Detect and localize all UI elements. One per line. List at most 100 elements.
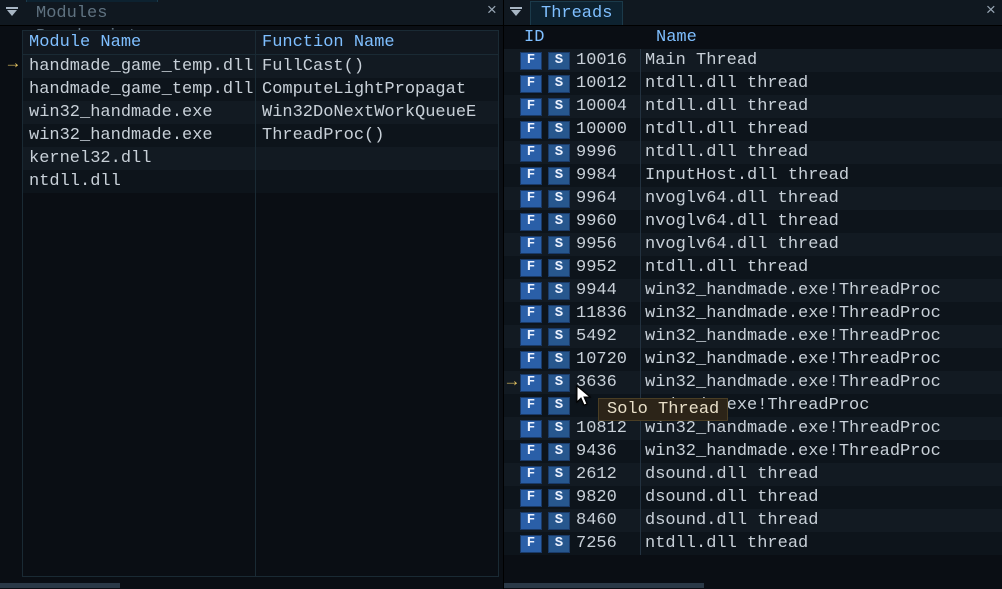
stack-row-function[interactable]: ComputeLightPropagat [256,78,498,101]
freeze-thread-button[interactable]: F [520,466,542,484]
stack-row-module[interactable]: handmade_game_temp.dll [23,78,255,101]
tab-threads[interactable]: Threads [530,1,623,25]
solo-thread-button[interactable]: S [548,75,570,93]
freeze-thread-button[interactable]: F [520,190,542,208]
freeze-thread-button[interactable]: F [520,121,542,139]
solo-thread-button[interactable]: S [548,489,570,507]
stack-row-module[interactable]: win32_handmade.exe [23,124,255,147]
thread-row[interactable]: FS7256ntdll.dll thread [504,532,1002,555]
thread-row[interactable]: FS10004ntdll.dll thread [504,95,1002,118]
thread-row[interactable]: FSandmade.exe!ThreadProc [504,394,1002,417]
stack-row-module[interactable]: win32_handmade.exe [23,101,255,124]
horizontal-scrollbar[interactable] [0,581,503,589]
panel-menu-icon[interactable] [506,7,526,19]
id-column-header[interactable]: ID [520,28,656,47]
solo-thread-button[interactable]: S [548,213,570,231]
freeze-thread-button[interactable]: F [520,489,542,507]
stack-row-function[interactable] [256,147,498,170]
solo-thread-button[interactable]: S [548,397,570,415]
solo-thread-button[interactable]: S [548,535,570,553]
freeze-thread-button[interactable]: F [520,282,542,300]
thread-row[interactable]: FS10016Main Thread [504,49,1002,72]
solo-thread-button[interactable]: S [548,259,570,277]
freeze-thread-button[interactable]: F [520,374,542,392]
solo-thread-button[interactable]: S [548,52,570,70]
solo-thread-button[interactable]: S [548,282,570,300]
thread-row[interactable]: FS2612dsound.dll thread [504,463,1002,486]
close-icon[interactable]: × [487,2,497,21]
horizontal-scrollbar[interactable] [504,581,1002,589]
thread-row[interactable]: FS9984InputHost.dll thread [504,164,1002,187]
stack-row-module[interactable]: ntdll.dll [23,170,255,193]
solo-thread-button[interactable]: S [548,328,570,346]
solo-thread-button[interactable]: S [548,512,570,530]
thread-row[interactable]: FS10000ntdll.dll thread [504,118,1002,141]
close-icon[interactable]: × [986,2,996,21]
thread-row[interactable]: FS9996ntdll.dll thread [504,141,1002,164]
thread-row[interactable]: FS9952ntdll.dll thread [504,256,1002,279]
thread-row[interactable]: FS11836win32_handmade.exe!ThreadProc [504,302,1002,325]
thread-row[interactable]: FS9944win32_handmade.exe!ThreadProc [504,279,1002,302]
stack-row-function[interactable] [256,170,498,193]
thread-row[interactable]: FS10720win32_handmade.exe!ThreadProc [504,348,1002,371]
thread-id: 10000 [576,118,640,141]
thread-row[interactable]: FS8460dsound.dll thread [504,509,1002,532]
freeze-thread-button[interactable]: F [520,236,542,254]
function-column: Function Name FullCast()ComputeLightProp… [256,30,499,577]
solo-thread-button[interactable]: S [548,420,570,438]
freeze-thread-button[interactable]: F [520,144,542,162]
thread-name: dsound.dll thread [645,486,1002,509]
freeze-thread-button[interactable]: F [520,305,542,323]
thread-row[interactable]: FS9820dsound.dll thread [504,486,1002,509]
freeze-thread-button[interactable]: F [520,213,542,231]
solo-thread-button[interactable]: S [548,121,570,139]
call-stack-panel: Call StackModulesBreakpoints × → Module … [0,0,504,589]
solo-thread-button[interactable]: S [548,466,570,484]
freeze-thread-button[interactable]: F [520,98,542,116]
solo-thread-button[interactable]: S [548,144,570,162]
thread-row[interactable]: FS9436win32_handmade.exe!ThreadProc [504,440,1002,463]
freeze-thread-button[interactable]: F [520,351,542,369]
module-column-header[interactable]: Module Name [23,31,255,55]
thread-row[interactable]: FS10812win32_handmade.exe!ThreadProc [504,417,1002,440]
stack-row-module[interactable]: handmade_game_temp.dll [23,55,255,78]
freeze-thread-button[interactable]: F [520,259,542,277]
solo-thread-button[interactable]: S [548,236,570,254]
thread-name: andmade.exe!ThreadProc [645,394,1002,417]
freeze-thread-button[interactable]: F [520,397,542,415]
stack-row-function[interactable]: FullCast() [256,55,498,78]
solo-thread-button[interactable]: S [548,374,570,392]
function-column-header[interactable]: Function Name [256,31,498,55]
thread-name: ntdll.dll thread [645,532,1002,555]
tab-modules[interactable]: Modules [26,2,158,25]
thread-row[interactable]: FS9964nvoglv64.dll thread [504,187,1002,210]
thread-row[interactable]: FS10012ntdll.dll thread [504,72,1002,95]
solo-thread-button[interactable]: S [548,190,570,208]
column-divider [640,233,641,256]
solo-thread-button[interactable]: S [548,167,570,185]
stack-row-function[interactable]: ThreadProc() [256,124,498,147]
thread-row[interactable]: →FS3636win32_handmade.exe!ThreadProc [504,371,1002,394]
name-column-header[interactable]: Name [656,28,1002,47]
freeze-thread-button[interactable]: F [520,443,542,461]
thread-row[interactable]: FS5492win32_handmade.exe!ThreadProc [504,325,1002,348]
freeze-thread-button[interactable]: F [520,328,542,346]
thread-id: 10720 [576,348,640,371]
freeze-thread-button[interactable]: F [520,52,542,70]
freeze-thread-button[interactable]: F [520,420,542,438]
freeze-thread-button[interactable]: F [520,535,542,553]
freeze-thread-button[interactable]: F [520,167,542,185]
freeze-thread-button[interactable]: F [520,512,542,530]
stack-row-module[interactable]: kernel32.dll [23,147,255,170]
thread-row[interactable]: FS9960nvoglv64.dll thread [504,210,1002,233]
thread-row[interactable]: FS9956nvoglv64.dll thread [504,233,1002,256]
stack-row-function[interactable]: Win32DoNextWorkQueueE [256,101,498,124]
freeze-thread-button[interactable]: F [520,75,542,93]
solo-thread-button[interactable]: S [548,305,570,323]
panel-menu-icon[interactable] [2,7,22,19]
column-divider [640,279,641,302]
solo-thread-button[interactable]: S [548,351,570,369]
solo-thread-button[interactable]: S [548,443,570,461]
thread-id: 9956 [576,233,640,256]
solo-thread-button[interactable]: S [548,98,570,116]
